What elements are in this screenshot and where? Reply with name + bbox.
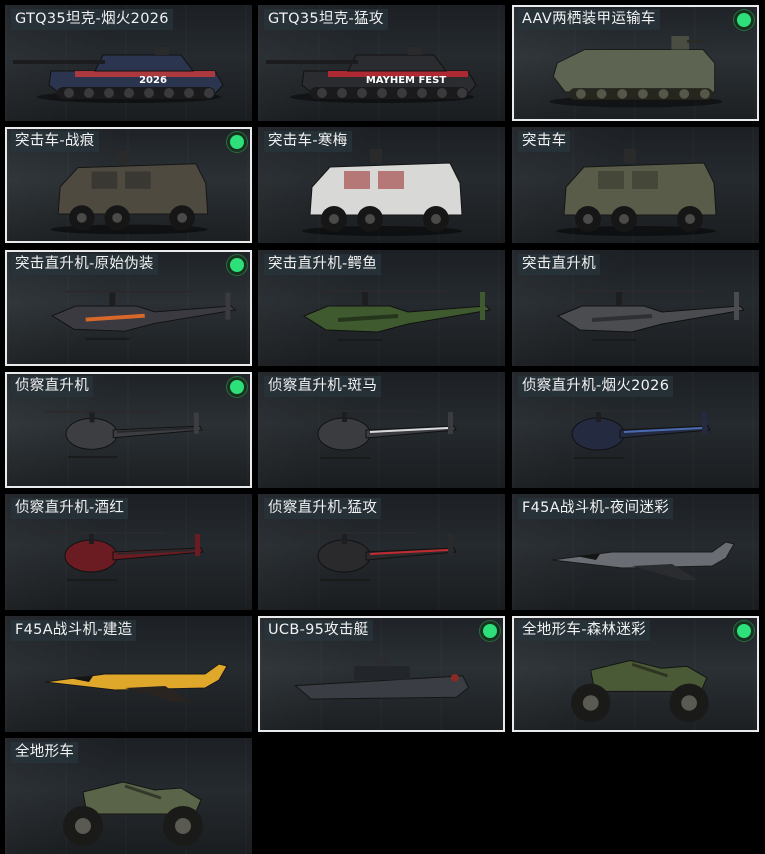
vehicle-card[interactable]: F45A战斗机-建造: [5, 616, 252, 732]
tank-icon: 2026: [13, 47, 224, 103]
vehicle-name-label: 突击车-寒梅: [264, 131, 352, 152]
green-dot-icon: [483, 624, 497, 638]
vehicle-card[interactable]: 2026 GTQ35坦克-烟火2026: [5, 5, 252, 121]
vehicle-skin-grid: 2026 GTQ35坦克-烟火2026 MAYHEM FEST GTQ35坦克-猛攻 A…: [5, 5, 760, 854]
vehicle-name-label: F45A战斗机-夜间迷彩: [518, 498, 674, 519]
vehicle-name-label: UCB-95攻击艇: [264, 620, 373, 641]
vehicle-card[interactable]: 侦察直升机-酒红: [5, 494, 252, 610]
vehicle-card[interactable]: 侦察直升机-斑马: [258, 372, 505, 488]
atv-icon: [571, 659, 709, 723]
vehicle-name-label: 侦察直升机-酒红: [11, 498, 129, 519]
vehicle-card[interactable]: 突击直升机-鳄鱼: [258, 250, 505, 366]
green-dot-icon: [737, 624, 751, 638]
scout-helicopter-icon: [298, 532, 457, 581]
attack-helicopter-icon: [556, 290, 746, 341]
green-dot-icon: [230, 135, 244, 149]
green-dot-icon: [737, 13, 751, 27]
armored-car-icon: [556, 149, 717, 236]
attack-helicopter-icon: [302, 290, 492, 341]
vehicle-card[interactable]: 侦察直升机-猛攻: [258, 494, 505, 610]
vehicle-card[interactable]: 全地形车: [5, 738, 252, 854]
vehicle-card[interactable]: 侦察直升机-烟火2026: [512, 372, 759, 488]
green-dot-icon: [230, 258, 244, 272]
vehicle-name-label: 侦察直升机-斑马: [264, 376, 382, 397]
vehicle-card[interactable]: 全地形车-森林迷彩: [512, 616, 759, 732]
amphibious-vehicle-icon: [549, 35, 723, 108]
vehicle-name-label: 侦察直升机-烟火2026: [518, 376, 674, 397]
attack-helicopter-icon: [51, 290, 237, 340]
vehicle-name-label: 全地形车-森林迷彩: [518, 620, 650, 641]
vehicle-name-label: GTQ35坦克-烟火2026: [11, 9, 173, 30]
vehicle-name-label: 突击直升机: [518, 254, 600, 275]
vehicle-name-label: F45A战斗机-建造: [11, 620, 137, 641]
vehicle-card[interactable]: 突击车-战痕: [5, 127, 252, 243]
vehicle-card[interactable]: 突击车-寒梅: [258, 127, 505, 243]
vehicle-card[interactable]: UCB-95攻击艇: [258, 616, 505, 732]
green-dot-icon: [230, 380, 244, 394]
scout-helicopter-icon: [298, 410, 457, 459]
vehicle-name-label: 突击车-战痕: [11, 131, 99, 152]
vehicle-name-label: 侦察直升机: [11, 376, 93, 397]
fighter-jet-icon: [44, 663, 228, 702]
scout-helicopter-icon: [46, 410, 203, 458]
vehicle-name-label: 突击直升机-原始伪装: [11, 254, 158, 275]
vehicle-name-label: 全地形车: [11, 742, 79, 763]
armored-car-icon: [302, 149, 463, 236]
tank-decal: 2026: [139, 75, 167, 86]
vehicle-name-label: AAV两栖装甲运输车: [518, 9, 660, 30]
vehicle-card[interactable]: 突击直升机: [512, 250, 759, 366]
fighter-jet-icon: [551, 541, 735, 580]
vehicle-card[interactable]: 突击直升机-原始伪装: [5, 250, 252, 366]
vehicle-name-label: 突击车: [518, 131, 571, 152]
vehicle-card[interactable]: MAYHEM FEST GTQ35坦克-猛攻: [258, 5, 505, 121]
tank-icon: MAYHEM FEST: [266, 47, 477, 103]
attack-boat-icon: [294, 656, 470, 700]
scout-helicopter-icon: [552, 410, 711, 459]
atv-icon: [63, 781, 203, 846]
tank-decal: MAYHEM FEST: [366, 75, 446, 86]
armored-car-icon: [50, 150, 209, 235]
vehicle-name-label: GTQ35坦克-猛攻: [264, 9, 388, 30]
vehicle-card[interactable]: AAV两栖装甲运输车: [512, 5, 759, 121]
vehicle-name-label: 侦察直升机-猛攻: [264, 498, 382, 519]
vehicle-card[interactable]: 突击车: [512, 127, 759, 243]
vehicle-card[interactable]: 侦察直升机: [5, 372, 252, 488]
vehicle-name-label: 突击直升机-鳄鱼: [264, 254, 382, 275]
vehicle-card[interactable]: F45A战斗机-夜间迷彩: [512, 494, 759, 610]
scout-helicopter-icon: [45, 532, 204, 581]
